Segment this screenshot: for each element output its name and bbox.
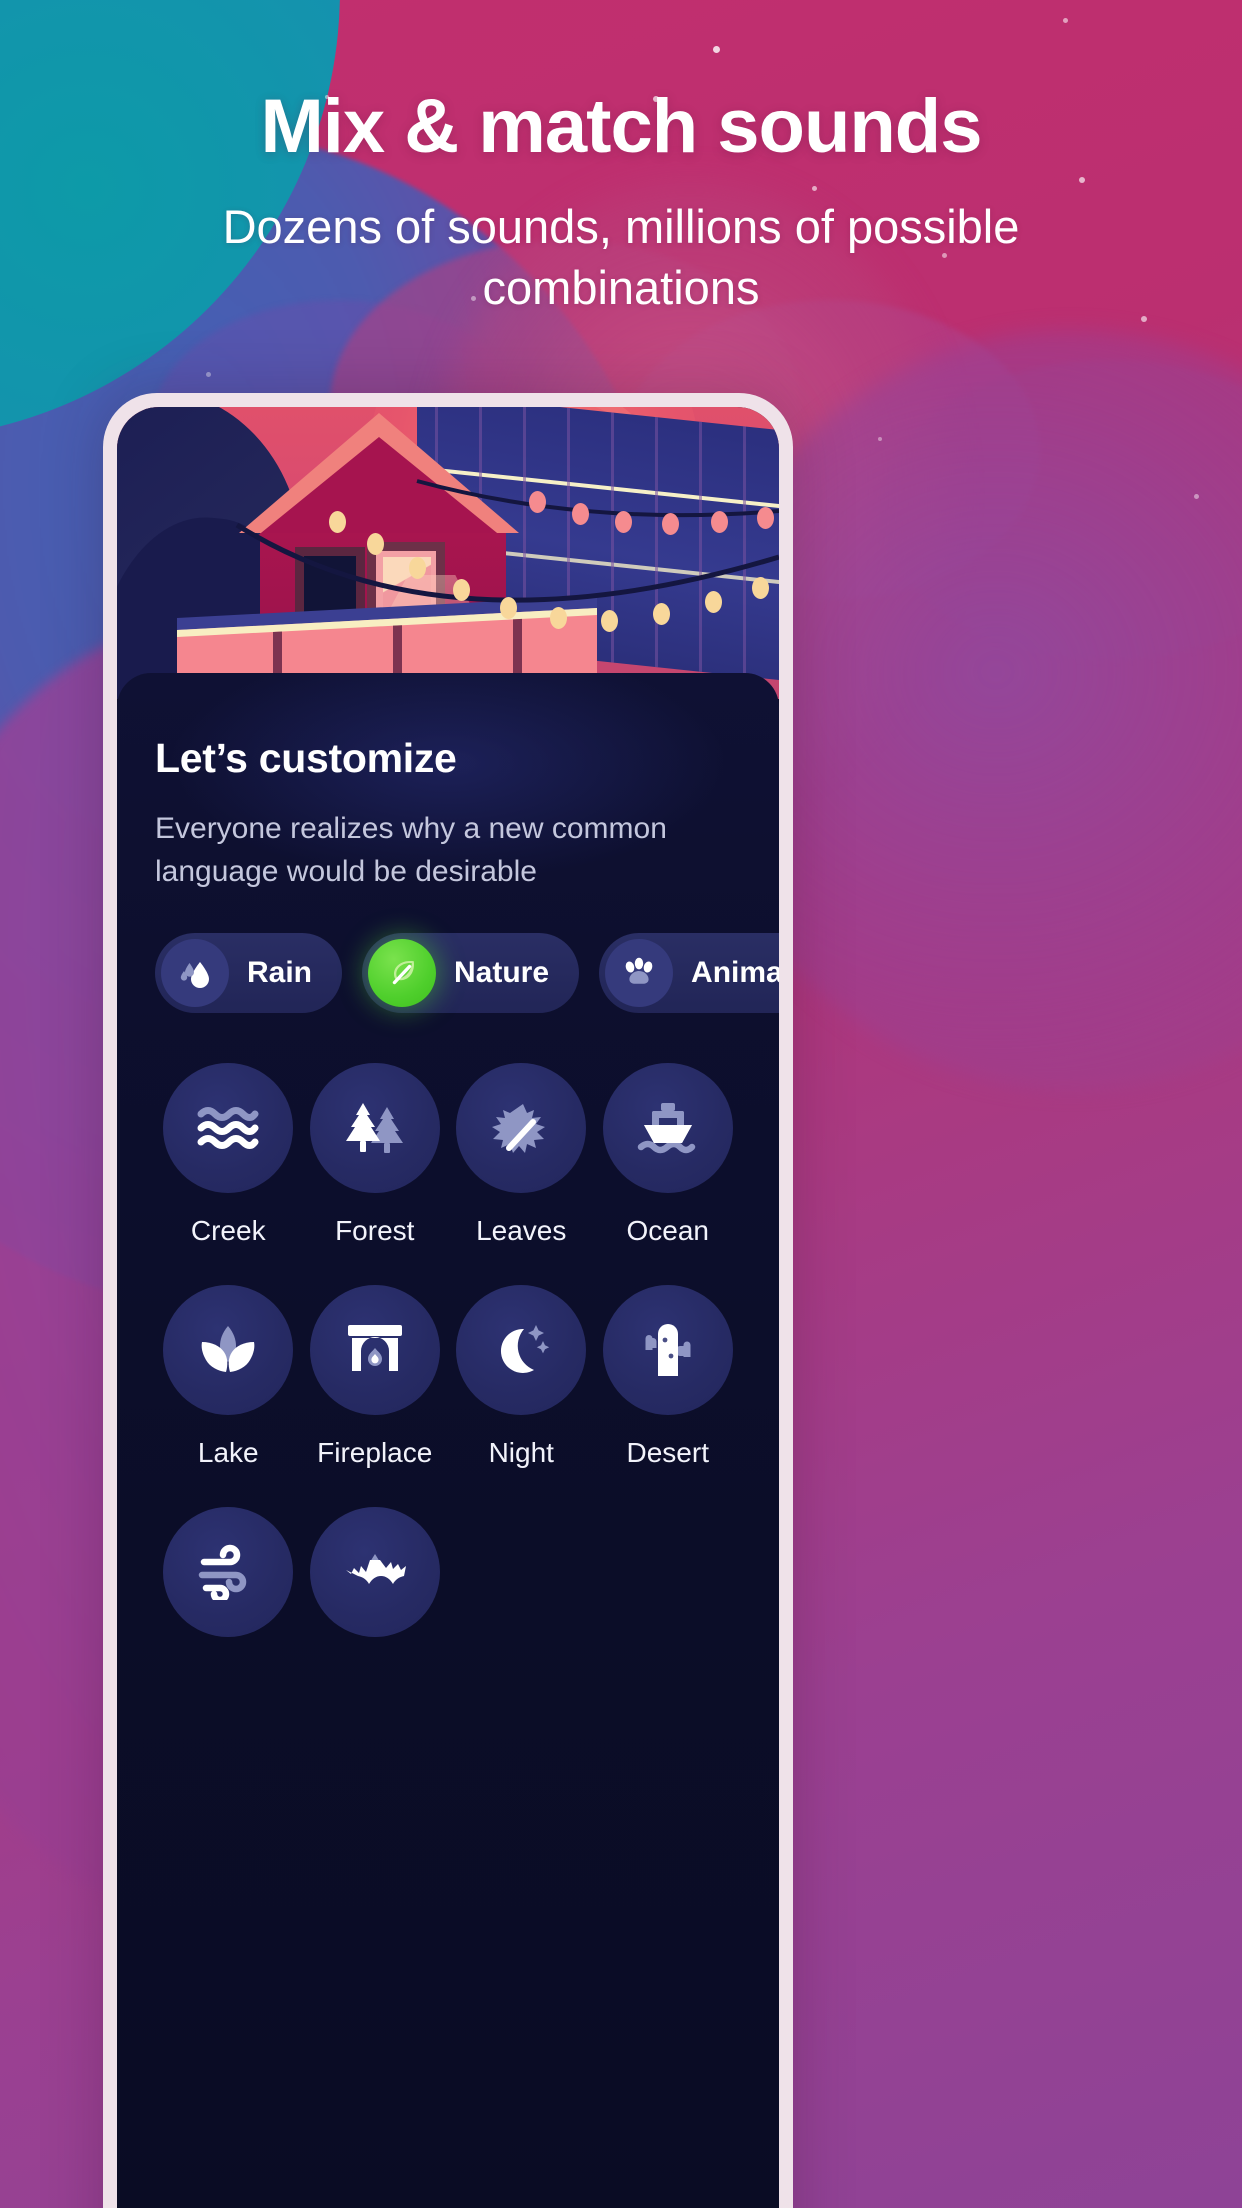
wind-icon (163, 1507, 294, 1638)
sound-item-bat[interactable] (302, 1507, 449, 1659)
category-pill-nature[interactable]: Nature (362, 933, 580, 1014)
cactus-icon (602, 1285, 733, 1416)
lotus-flower-icon (163, 1285, 294, 1416)
ship-icon (602, 1063, 733, 1194)
sound-item-ocean[interactable]: Ocean (595, 1063, 742, 1247)
promo-title: Mix & match sounds (260, 84, 983, 169)
hero-bulb (453, 579, 470, 601)
sound-item-creek[interactable]: Creek (155, 1063, 302, 1247)
card-heading: Let’s customize (155, 735, 457, 781)
star-dot (1194, 494, 1199, 499)
hero-house-roof-inner (256, 437, 502, 537)
leaf-icon (368, 939, 437, 1008)
paw-print-icon (605, 939, 674, 1008)
pine-trees-icon (309, 1063, 440, 1194)
crescent-moon-icon (456, 1285, 587, 1416)
sound-item-leaves[interactable]: Leaves (448, 1063, 595, 1247)
sound-item-night[interactable]: Night (448, 1285, 595, 1469)
category-label: Rain (247, 956, 313, 990)
sound-item-lake[interactable]: Lake (155, 1285, 302, 1469)
sound-label: Lake (197, 1437, 259, 1469)
hero-bulb-pink (529, 491, 546, 513)
fireplace-icon (309, 1285, 440, 1416)
category-pill-animals[interactable]: Animals (599, 933, 779, 1014)
promo-headline-block: Mix & match sounds Dozens of sounds, mil… (0, 84, 1242, 318)
sound-label: Desert (626, 1437, 709, 1469)
customize-card: Let’s customize Everyone realizes why a … (117, 673, 779, 2208)
waves-icon (163, 1063, 294, 1194)
sound-item-forest[interactable]: Forest (302, 1063, 449, 1247)
hero-illustration (117, 407, 779, 699)
hero-bulb-pink (662, 513, 679, 535)
hero-bulb (329, 511, 346, 533)
star-dot (878, 437, 882, 441)
hero-bulb (409, 557, 426, 579)
water-drop-icon (161, 939, 229, 1008)
maple-leaf-icon (456, 1063, 587, 1194)
category-pill-row: Rain Nature Anima (155, 933, 779, 1014)
category-pill-rain[interactable]: Rain (155, 933, 343, 1014)
sound-label: Fireplace (317, 1437, 433, 1469)
hero-bulb (500, 597, 517, 619)
star-dot (206, 372, 211, 377)
hero-bulb-pink (757, 507, 774, 529)
hero-bulb-pink (572, 503, 589, 525)
sound-grid: Creek Forest Leaves Ocean Lake Fireplace… (155, 1063, 741, 1659)
sound-label: Forest (335, 1215, 415, 1247)
hero-bulb (752, 577, 769, 599)
sound-label: Creek (190, 1215, 266, 1247)
hero-bulb-pink (711, 511, 728, 533)
sound-label: Leaves (476, 1215, 567, 1247)
sound-label: Night (488, 1437, 554, 1469)
star-dot (713, 46, 720, 53)
hero-bulb-pink (615, 511, 632, 533)
hero-bulb (601, 610, 618, 632)
sound-label: Ocean (626, 1215, 710, 1247)
hero-bulb (705, 591, 722, 613)
star-dot (1063, 18, 1068, 23)
bat-icon (309, 1507, 440, 1638)
promo-subtitle: Dozens of sounds, millions of possible c… (222, 200, 1020, 315)
category-label: Nature (454, 956, 550, 990)
phone-screen: Let’s customize Everyone realizes why a … (117, 407, 779, 2208)
hero-bulb (550, 607, 567, 629)
hero-bulb (653, 603, 670, 625)
phone-mockup: Let’s customize Everyone realizes why a … (103, 393, 793, 2208)
sound-item-wind[interactable] (155, 1507, 302, 1659)
hero-bulb (367, 533, 384, 555)
category-label: Animals (691, 956, 779, 990)
sound-item-desert[interactable]: Desert (595, 1285, 742, 1469)
sound-item-fireplace[interactable]: Fireplace (302, 1285, 449, 1469)
card-description: Everyone realizes why a new common langu… (155, 812, 667, 888)
